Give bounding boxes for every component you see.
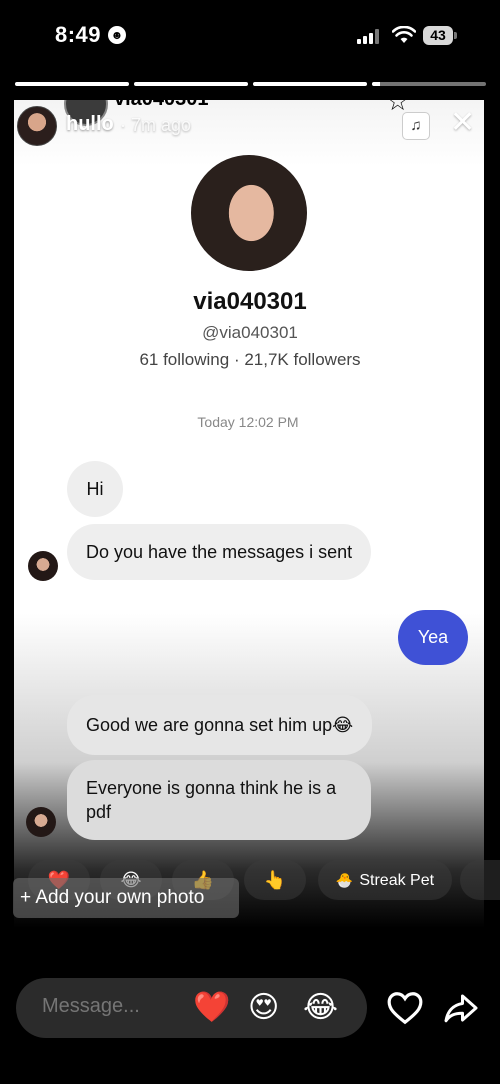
battery-icon — [454, 32, 457, 39]
share-icon[interactable] — [443, 990, 479, 1026]
sender-avatar — [26, 807, 56, 837]
focus-icon: ☻ — [108, 26, 126, 44]
heart-icon[interactable] — [386, 990, 424, 1026]
reaction-chip-point-up[interactable]: 👆 — [244, 860, 306, 900]
reaction-chip-more[interactable] — [460, 860, 500, 900]
profile-handle: @via040301 — [202, 323, 298, 342]
close-icon[interactable]: ✕ — [450, 108, 475, 138]
wifi-icon — [392, 26, 416, 43]
sender-avatar — [28, 551, 58, 581]
quick-reaction-heart[interactable]: ❤️ — [193, 990, 230, 1026]
story-username[interactable]: hullo — [66, 113, 114, 136]
profile-photo — [191, 155, 307, 271]
story-progress-3 — [253, 82, 367, 86]
story-progress-4 — [372, 82, 486, 86]
message-bubble: Everyone is gonna think he is a pdf — [67, 760, 371, 840]
story-time: · 7m ago — [120, 115, 192, 135]
profile-stats: 61 following · 21,7K followers — [139, 350, 361, 369]
battery-level: 43 — [423, 26, 453, 45]
message-input[interactable] — [42, 995, 192, 1018]
streak-pet-icon: 🐣 — [335, 872, 354, 888]
cut-off-header: via040301 — [114, 100, 209, 111]
message-bubble: Hi — [67, 461, 123, 517]
quick-reaction-laugh[interactable]: 😂 — [303, 990, 338, 1026]
profile-name: via040301 — [193, 288, 307, 315]
story-progress-1 — [15, 82, 129, 86]
streak-pet-chip[interactable]: 🐣 Streak Pet — [318, 860, 452, 900]
chat-timestamp: Today 12:02 PM — [197, 414, 299, 430]
message-bubble: Do you have the messages i sent — [67, 524, 372, 580]
story-avatar[interactable] — [17, 106, 57, 146]
signal-icon — [357, 28, 383, 44]
music-icon[interactable]: ♫ — [402, 112, 430, 140]
status-time: 8:49 — [55, 22, 102, 47]
streak-pet-label: Streak Pet — [359, 872, 435, 889]
quick-reaction-heart-eyes[interactable]: 😍 — [248, 990, 279, 1026]
sent-message-bubble: Yea — [398, 610, 468, 665]
add-own-photo-button[interactable]: + Add your own photo — [13, 878, 239, 918]
story-progress-2 — [134, 82, 248, 86]
message-bubble: Good we are gonna set him up😂 — [67, 695, 373, 755]
